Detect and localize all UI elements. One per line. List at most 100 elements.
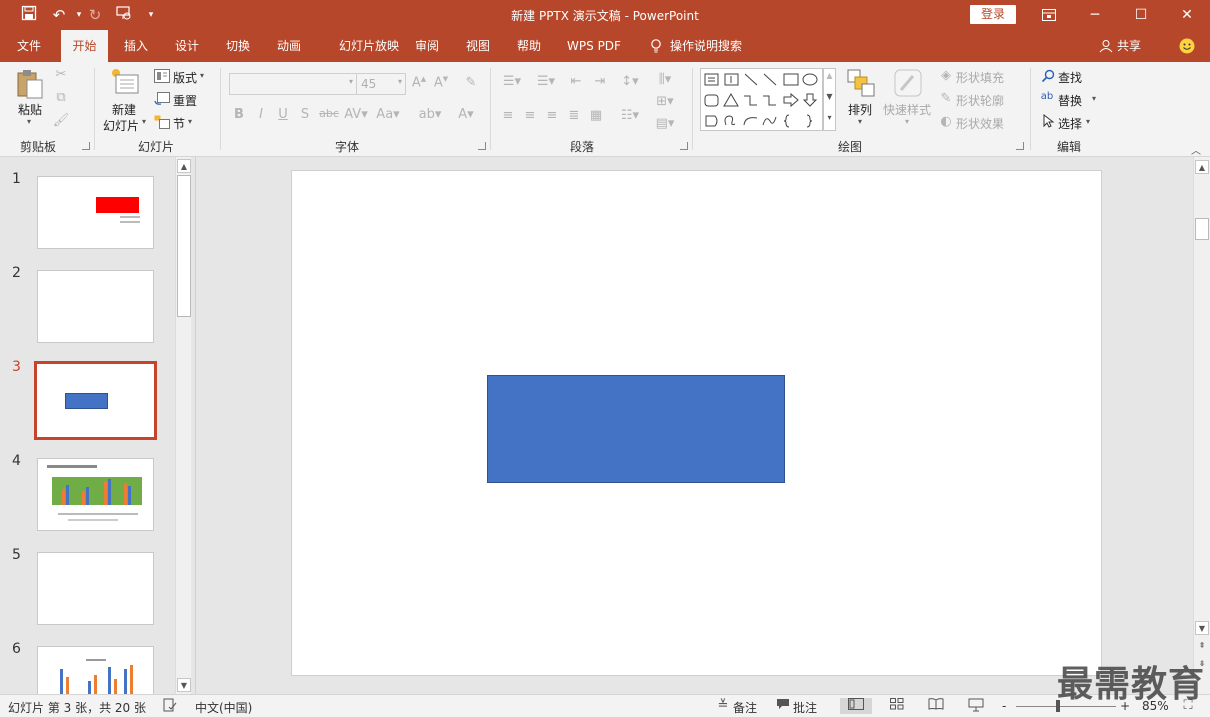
- tab-wps-pdf[interactable]: WPS PDF: [560, 30, 628, 62]
- quick-styles-caret-icon[interactable]: ▾: [905, 117, 909, 126]
- pencil-icon[interactable]: ✎: [938, 91, 954, 106]
- normal-view-icon[interactable]: [840, 698, 872, 714]
- maximize-icon[interactable]: ☐: [1118, 0, 1164, 30]
- shape-effects-button[interactable]: 形状效果: [956, 115, 1004, 132]
- tab-help[interactable]: 帮助: [508, 30, 550, 62]
- select-cursor-icon[interactable]: [1040, 113, 1056, 132]
- grow-font-icon[interactable]: A▲: [411, 75, 427, 90]
- minimize-icon[interactable]: ─: [1072, 0, 1118, 30]
- font-name-combo[interactable]: ▾: [229, 73, 357, 95]
- tab-insert[interactable]: 插入: [115, 30, 157, 62]
- section-button[interactable]: 节: [173, 115, 185, 132]
- slide-thumbnail-5[interactable]: [37, 552, 154, 625]
- new-slide-label[interactable]: 新建: [112, 101, 136, 118]
- notes-button[interactable]: 备注: [733, 699, 757, 716]
- scroll-down-icon[interactable]: ▼: [177, 678, 191, 692]
- slide-canvas[interactable]: [291, 170, 1102, 676]
- tab-slideshow[interactable]: 幻灯片放映: [322, 30, 416, 62]
- drawing-launcher-icon[interactable]: [1016, 142, 1024, 150]
- copy-icon[interactable]: ⧉: [52, 90, 70, 108]
- paragraph-launcher-icon[interactable]: [680, 142, 688, 150]
- char-spacing-icon[interactable]: AV▾: [343, 107, 369, 122]
- change-case-icon[interactable]: Aa▾: [374, 107, 402, 122]
- scrollbar-thumb[interactable]: [177, 175, 191, 317]
- tab-transitions[interactable]: 切换: [217, 30, 259, 62]
- justify-icon[interactable]: ≣: [566, 108, 582, 123]
- font-launcher-icon[interactable]: [478, 142, 486, 150]
- slide-thumbnail-4[interactable]: [37, 458, 154, 531]
- new-slide-dropdown[interactable]: 幻灯片: [103, 117, 139, 134]
- scrollbar-thumb[interactable]: [1195, 218, 1209, 240]
- layout-button[interactable]: 版式: [173, 69, 197, 86]
- reading-view-icon[interactable]: [928, 698, 944, 714]
- paste-button[interactable]: 粘贴: [18, 101, 42, 118]
- section-icon[interactable]: [154, 115, 170, 131]
- tab-animations[interactable]: 动画: [268, 30, 310, 62]
- slide-thumbnail-3[interactable]: [34, 361, 157, 440]
- share-button[interactable]: 共享: [1114, 30, 1144, 62]
- clear-format-icon[interactable]: ✎: [462, 75, 480, 90]
- quick-styles-icon[interactable]: [892, 68, 924, 100]
- align-text-icon[interactable]: ⊞▾: [652, 94, 678, 109]
- align-left-icon[interactable]: ≡: [500, 108, 516, 123]
- previous-slide-icon[interactable]: ⇞: [1195, 639, 1209, 653]
- tab-view[interactable]: 视图: [457, 30, 499, 62]
- shrink-font-icon[interactable]: A▼: [433, 75, 449, 90]
- replace-icon[interactable]: ab: [1038, 91, 1056, 102]
- thumbnail-scrollbar[interactable]: ▲ ▼: [175, 157, 191, 694]
- format-painter-icon[interactable]: 🖌: [52, 113, 70, 131]
- paste-dropdown-icon[interactable]: ▾: [27, 117, 31, 126]
- spell-check-icon[interactable]: [162, 698, 178, 714]
- shapes-scroll-down-icon[interactable]: ▼: [824, 92, 835, 101]
- paste-icon[interactable]: [14, 68, 46, 100]
- tab-home[interactable]: 开始: [61, 30, 108, 62]
- find-icon[interactable]: [1040, 69, 1056, 87]
- editor-scrollbar[interactable]: ▲ ▼ ⇞ ⇟: [1193, 157, 1210, 694]
- new-slide-caret-icon[interactable]: ▾: [142, 117, 146, 126]
- scroll-down-icon[interactable]: ▼: [1195, 621, 1209, 635]
- new-slide-icon[interactable]: [108, 67, 140, 99]
- decrease-indent-icon[interactable]: ⇤: [568, 74, 584, 89]
- tell-me-search[interactable]: 操作说明搜索: [670, 30, 754, 62]
- strikethrough-icon[interactable]: abc: [318, 107, 340, 120]
- smiley-icon[interactable]: [1176, 30, 1198, 62]
- select-caret-icon[interactable]: ▾: [1086, 117, 1090, 126]
- shape-fill-button[interactable]: 形状填充: [956, 69, 1004, 86]
- layout-caret-icon[interactable]: ▾: [200, 71, 204, 80]
- bullets-icon[interactable]: ☰▾: [500, 74, 524, 89]
- slide-thumbnail-2[interactable]: [37, 270, 154, 343]
- align-center-icon[interactable]: ≡: [522, 108, 538, 123]
- font-color-icon[interactable]: A▾: [452, 107, 480, 122]
- smartart-icon[interactable]: ▤▾: [652, 116, 678, 131]
- scroll-up-icon[interactable]: ▲: [1195, 160, 1209, 174]
- text-direction-icon[interactable]: ⫼▾: [652, 72, 678, 87]
- font-name-caret-icon[interactable]: ▾: [349, 77, 353, 86]
- underline-icon[interactable]: U: [276, 107, 290, 122]
- slide-thumbnail-1[interactable]: [37, 176, 154, 249]
- comments-button[interactable]: 批注: [793, 699, 817, 716]
- comment-icon[interactable]: [775, 698, 791, 714]
- layout-icon[interactable]: [154, 69, 170, 85]
- distributed-icon[interactable]: ▦: [588, 108, 604, 123]
- scroll-up-icon[interactable]: ▲: [177, 159, 191, 173]
- reset-button[interactable]: 重置: [173, 92, 197, 109]
- shapes-gallery[interactable]: [700, 68, 823, 131]
- arrange-icon[interactable]: [845, 68, 877, 100]
- tab-file[interactable]: 文件: [6, 30, 52, 62]
- italic-icon[interactable]: I: [254, 107, 268, 122]
- clipboard-launcher-icon[interactable]: [82, 142, 90, 150]
- language-status[interactable]: 中文(中国): [195, 699, 252, 716]
- paint-bucket-icon[interactable]: ◈: [938, 68, 954, 83]
- slideshow-view-icon[interactable]: [968, 698, 984, 714]
- slide-sorter-icon[interactable]: [889, 698, 905, 714]
- cut-icon[interactable]: ✂: [52, 67, 70, 85]
- shape-outline-button[interactable]: 形状轮廓: [956, 92, 1004, 109]
- shapes-more-icon[interactable]: ▾: [824, 113, 835, 122]
- shapes-scroller[interactable]: ▲ ▼ ▾: [823, 68, 836, 131]
- replace-caret-icon[interactable]: ▾: [1092, 94, 1096, 103]
- font-size-combo[interactable]: 45 ▾: [356, 73, 406, 95]
- section-caret-icon[interactable]: ▾: [188, 117, 192, 126]
- effects-icon[interactable]: ◐: [938, 114, 954, 129]
- ribbon-display-icon[interactable]: [1026, 0, 1072, 30]
- columns-icon[interactable]: ☷▾: [618, 108, 642, 123]
